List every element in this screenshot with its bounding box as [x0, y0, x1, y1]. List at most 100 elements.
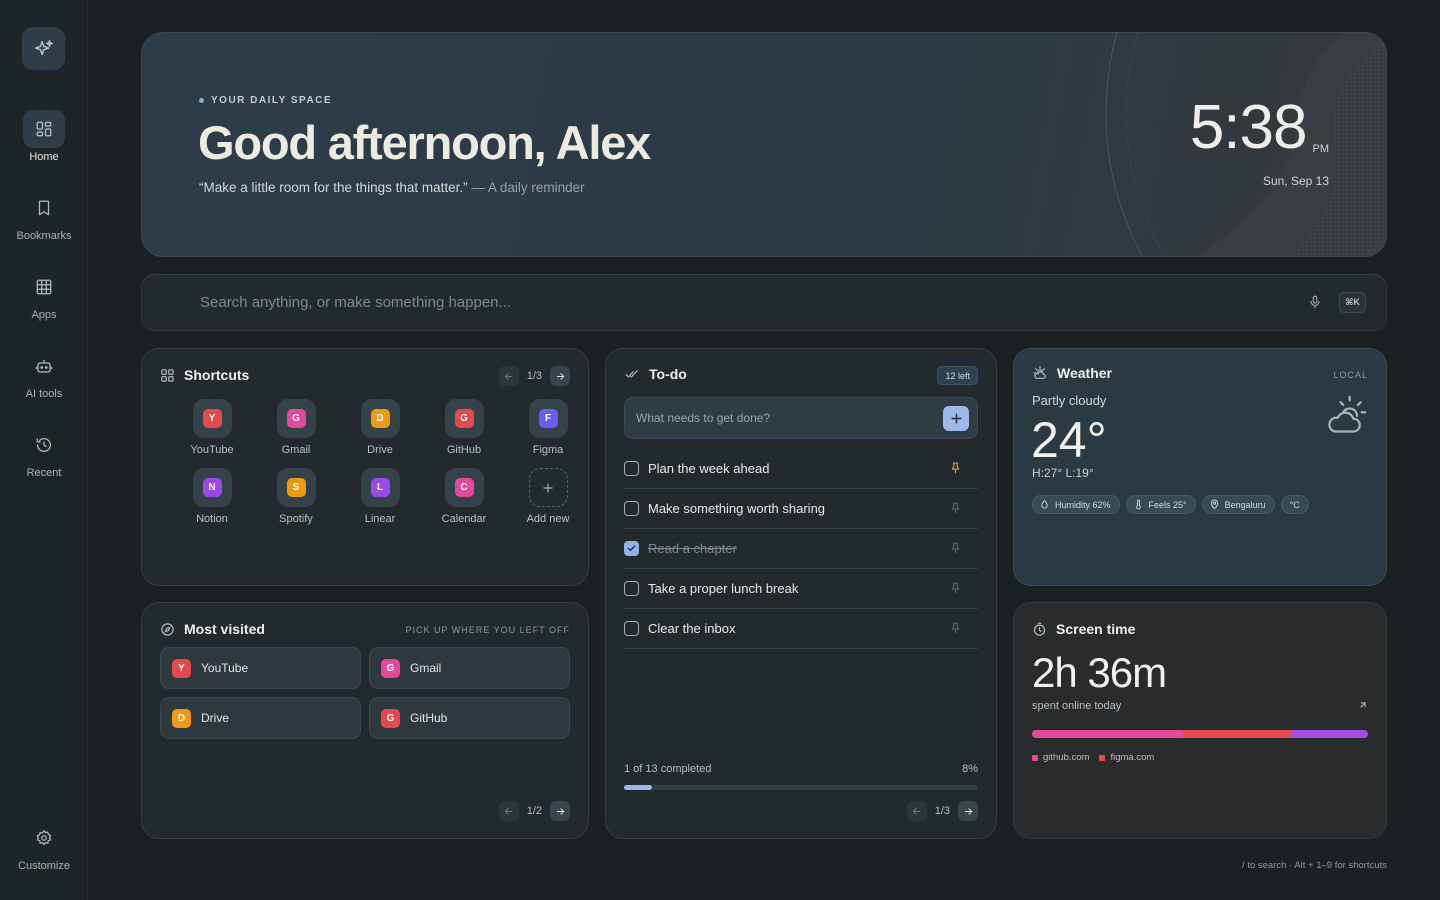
pin-icon[interactable]	[949, 581, 962, 595]
prev-page-button[interactable]	[906, 801, 927, 821]
shortcut-linear[interactable]: L Linear	[338, 468, 422, 525]
weather-title: Weather	[1057, 365, 1112, 381]
double-check-icon	[625, 369, 638, 378]
todo-text: Read a chapter	[648, 541, 737, 556]
history-icon	[36, 438, 51, 453]
grid-icon	[161, 368, 174, 382]
shortcut-tile: G	[276, 399, 316, 438]
quote-attribution: — A daily reminder	[467, 180, 585, 195]
screen-time-subtitle: spent online today	[1032, 700, 1122, 712]
plus-icon	[950, 413, 962, 424]
sidebar-item-label: Home	[29, 151, 59, 163]
screen-time-card: Screen time 2h 36m spent online today gi…	[1013, 602, 1387, 839]
next-page-button[interactable]	[958, 801, 978, 821]
todo-item: Clear the inbox	[624, 609, 978, 649]
visited-youtube[interactable]: Y YouTube	[160, 647, 361, 689]
apps-icon	[36, 279, 52, 295]
todo-checkbox[interactable]	[624, 621, 639, 636]
todo-item: Take a proper lunch break	[624, 569, 978, 609]
prev-page-button[interactable]	[498, 366, 519, 386]
visited-github[interactable]: G GitHub	[369, 697, 570, 739]
screen-time-segment	[1290, 730, 1368, 738]
sidebar-item-ai-tools[interactable]: AI tools	[0, 347, 88, 400]
todo-pager: 1/3	[906, 801, 978, 821]
sidebar-item-recent[interactable]: Recent	[0, 426, 88, 479]
shortcut-tile: G	[444, 399, 484, 438]
shortcuts-pager: 1/3	[498, 366, 570, 386]
sidebar-item-label: Bookmarks	[16, 230, 72, 242]
clock-time: 5:38	[1189, 93, 1308, 162]
progress-fill	[624, 785, 653, 790]
todo-text: Make something worth sharing	[648, 501, 826, 516]
sun-cloud-icon	[1033, 366, 1046, 379]
legend-label: figma.com	[1110, 752, 1155, 763]
shortcut-github[interactable]: G GitHub	[422, 399, 506, 456]
todo-input[interactable]	[636, 398, 936, 438]
sidebar-item-home[interactable]: Home	[0, 110, 88, 163]
weather-condition: Partly cloudy	[1032, 393, 1107, 408]
next-page-button[interactable]	[550, 366, 570, 386]
shortcut-tile: D	[360, 399, 400, 438]
pin-icon[interactable]	[949, 501, 962, 515]
shortcut-badge: S	[286, 478, 306, 497]
visited-gmail[interactable]: G Gmail	[369, 647, 570, 689]
droplet-icon	[1041, 499, 1048, 509]
shortcut-youtube[interactable]: Y YouTube	[170, 399, 254, 456]
todo-checkbox[interactable]	[624, 461, 639, 476]
search-input[interactable]	[200, 275, 1280, 330]
shortcut-calendar[interactable]: C Calendar	[422, 468, 506, 525]
gear-icon	[36, 829, 52, 846]
todo-checkbox[interactable]	[624, 581, 639, 596]
shortcut-badge: D	[370, 409, 390, 428]
add-shortcut-button[interactable]: Add new	[506, 468, 590, 525]
most-visited-grid: Y YouTube G Gmail D Drive G GitHub	[160, 647, 570, 739]
microphone-icon[interactable]	[1308, 294, 1322, 310]
screen-time-segment	[1032, 730, 1184, 738]
card-title: Most visited	[160, 621, 265, 637]
site-badge: D	[172, 708, 191, 728]
shortcut-figma[interactable]: F Figma	[506, 399, 590, 456]
clock-ampm: PM	[1312, 143, 1330, 155]
most-visited-card: Most visited PICK UP WHERE YOU LEFT OFF …	[141, 602, 589, 839]
shortcut-drive[interactable]: D Drive	[338, 399, 422, 456]
arrow-left-icon	[912, 807, 921, 815]
arrow-left-icon	[504, 807, 513, 815]
todo-text: Take a proper lunch break	[648, 581, 799, 596]
next-page-button[interactable]	[550, 801, 570, 821]
pin-icon[interactable]	[949, 621, 962, 635]
shortcut-gmail[interactable]: G Gmail	[254, 399, 338, 456]
visited-drive[interactable]: D Drive	[160, 697, 361, 739]
shortcut-tile: L	[360, 468, 400, 507]
app-logo[interactable]	[22, 27, 65, 70]
sidebar-item-apps[interactable]: Apps	[0, 268, 88, 321]
pin-icon[interactable]	[949, 541, 962, 555]
page-indicator: 1/3	[934, 805, 950, 817]
card-title: To-do	[624, 366, 687, 382]
arrow-up-right-icon[interactable]	[1358, 700, 1368, 710]
prev-page-button[interactable]	[498, 801, 519, 821]
legend-item: github.com	[1032, 752, 1089, 763]
site-badge: G	[381, 658, 400, 678]
shortcut-label: YouTube	[190, 444, 234, 456]
todo-checkbox[interactable]	[624, 541, 639, 556]
legend-item: figma.com	[1099, 752, 1154, 763]
site-label: Drive	[201, 711, 230, 725]
shortcut-badge: N	[202, 478, 222, 497]
add-todo-button[interactable]	[943, 406, 969, 431]
plus-icon	[543, 482, 553, 493]
sidebar-item-customize[interactable]: Customize	[0, 819, 88, 872]
todo-checkbox[interactable]	[624, 501, 639, 516]
pin-icon[interactable]	[949, 461, 962, 475]
shortcut-notion[interactable]: N Notion	[170, 468, 254, 525]
timer-icon	[1033, 622, 1046, 636]
sidebar-item-bookmarks[interactable]: Bookmarks	[0, 189, 88, 242]
unit-toggle[interactable]: °C	[1280, 495, 1309, 514]
quote-text: “Make a little room for the things that …	[199, 180, 468, 195]
location-chip[interactable]: Bengaluru	[1201, 495, 1275, 514]
shortcut-spotify[interactable]: S Spotify	[254, 468, 338, 525]
bookmark-icon	[38, 200, 50, 216]
shortcut-tile: N	[192, 468, 232, 507]
most-visited-title: Most visited	[184, 621, 265, 637]
daily-quote: “Make a little room for the things that …	[199, 180, 585, 195]
shortcut-label: Linear	[364, 513, 396, 525]
